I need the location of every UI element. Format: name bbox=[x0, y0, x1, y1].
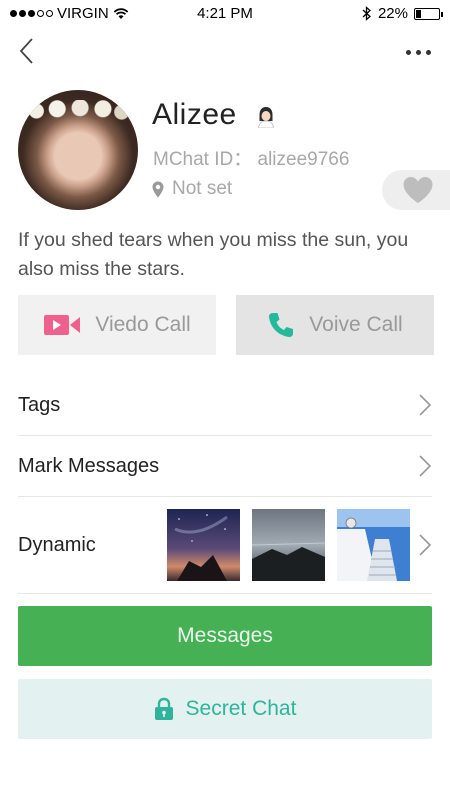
chevron-right-icon bbox=[419, 534, 432, 556]
battery-percent: 22% bbox=[377, 5, 408, 22]
status-right: 22% bbox=[362, 5, 443, 22]
mark-messages-row[interactable]: Mark Messages bbox=[18, 436, 432, 497]
dynamic-thumb-starry-coast[interactable] bbox=[167, 509, 240, 581]
avatar-flower-crown bbox=[26, 100, 130, 122]
tags-label: Tags bbox=[18, 393, 61, 416]
dynamic-label: Dynamic bbox=[18, 533, 96, 556]
profile-name: Alizee bbox=[152, 98, 237, 131]
video-camera-icon bbox=[44, 315, 81, 335]
video-call-label: Viedo Call bbox=[95, 313, 191, 336]
dynamic-row[interactable]: Dynamic bbox=[18, 497, 432, 594]
mchat-id: MChat ID： alizee9766 bbox=[153, 149, 350, 170]
avatar[interactable] bbox=[18, 90, 138, 210]
dynamic-thumb-stormy-sea[interactable] bbox=[252, 509, 325, 581]
battery-level bbox=[416, 9, 421, 18]
chevron-right-icon bbox=[419, 394, 432, 416]
battery-icon bbox=[414, 7, 443, 20]
bluetooth-icon bbox=[362, 6, 371, 21]
heart-icon bbox=[403, 177, 433, 203]
messages-button-label: Messages bbox=[177, 624, 273, 647]
lock-icon bbox=[154, 697, 173, 720]
dynamic-thumbnails bbox=[167, 509, 410, 581]
bio-text: If you shed tears when you miss the sun,… bbox=[18, 229, 409, 280]
phone-icon bbox=[269, 313, 294, 337]
favorite-button[interactable] bbox=[382, 170, 450, 210]
status-bar: VIRGIN 4:21 PM 22% bbox=[0, 0, 450, 28]
secret-chat-label: Secret Chat bbox=[185, 697, 297, 720]
tags-row[interactable]: Tags bbox=[18, 375, 432, 436]
location: Not set bbox=[152, 178, 232, 200]
back-button[interactable] bbox=[14, 36, 44, 66]
messages-button[interactable]: Messages bbox=[18, 606, 432, 666]
voice-call-button[interactable]: Voive Call bbox=[236, 295, 434, 355]
location-text: Not set bbox=[172, 178, 233, 199]
chevron-left-icon bbox=[19, 38, 33, 64]
video-call-button[interactable]: Viedo Call bbox=[18, 295, 216, 355]
more-button[interactable] bbox=[400, 40, 436, 64]
secret-chat-button[interactable]: Secret Chat bbox=[18, 679, 432, 739]
dynamic-thumb-seaside-stairs[interactable] bbox=[337, 509, 410, 581]
mark-messages-label: Mark Messages bbox=[18, 454, 160, 477]
voice-call-label: Voive Call bbox=[309, 313, 403, 336]
location-pin-icon bbox=[152, 181, 164, 197]
female-avatar-icon bbox=[258, 107, 274, 128]
more-dots-icon bbox=[405, 49, 411, 55]
chevron-right-icon bbox=[419, 455, 432, 477]
